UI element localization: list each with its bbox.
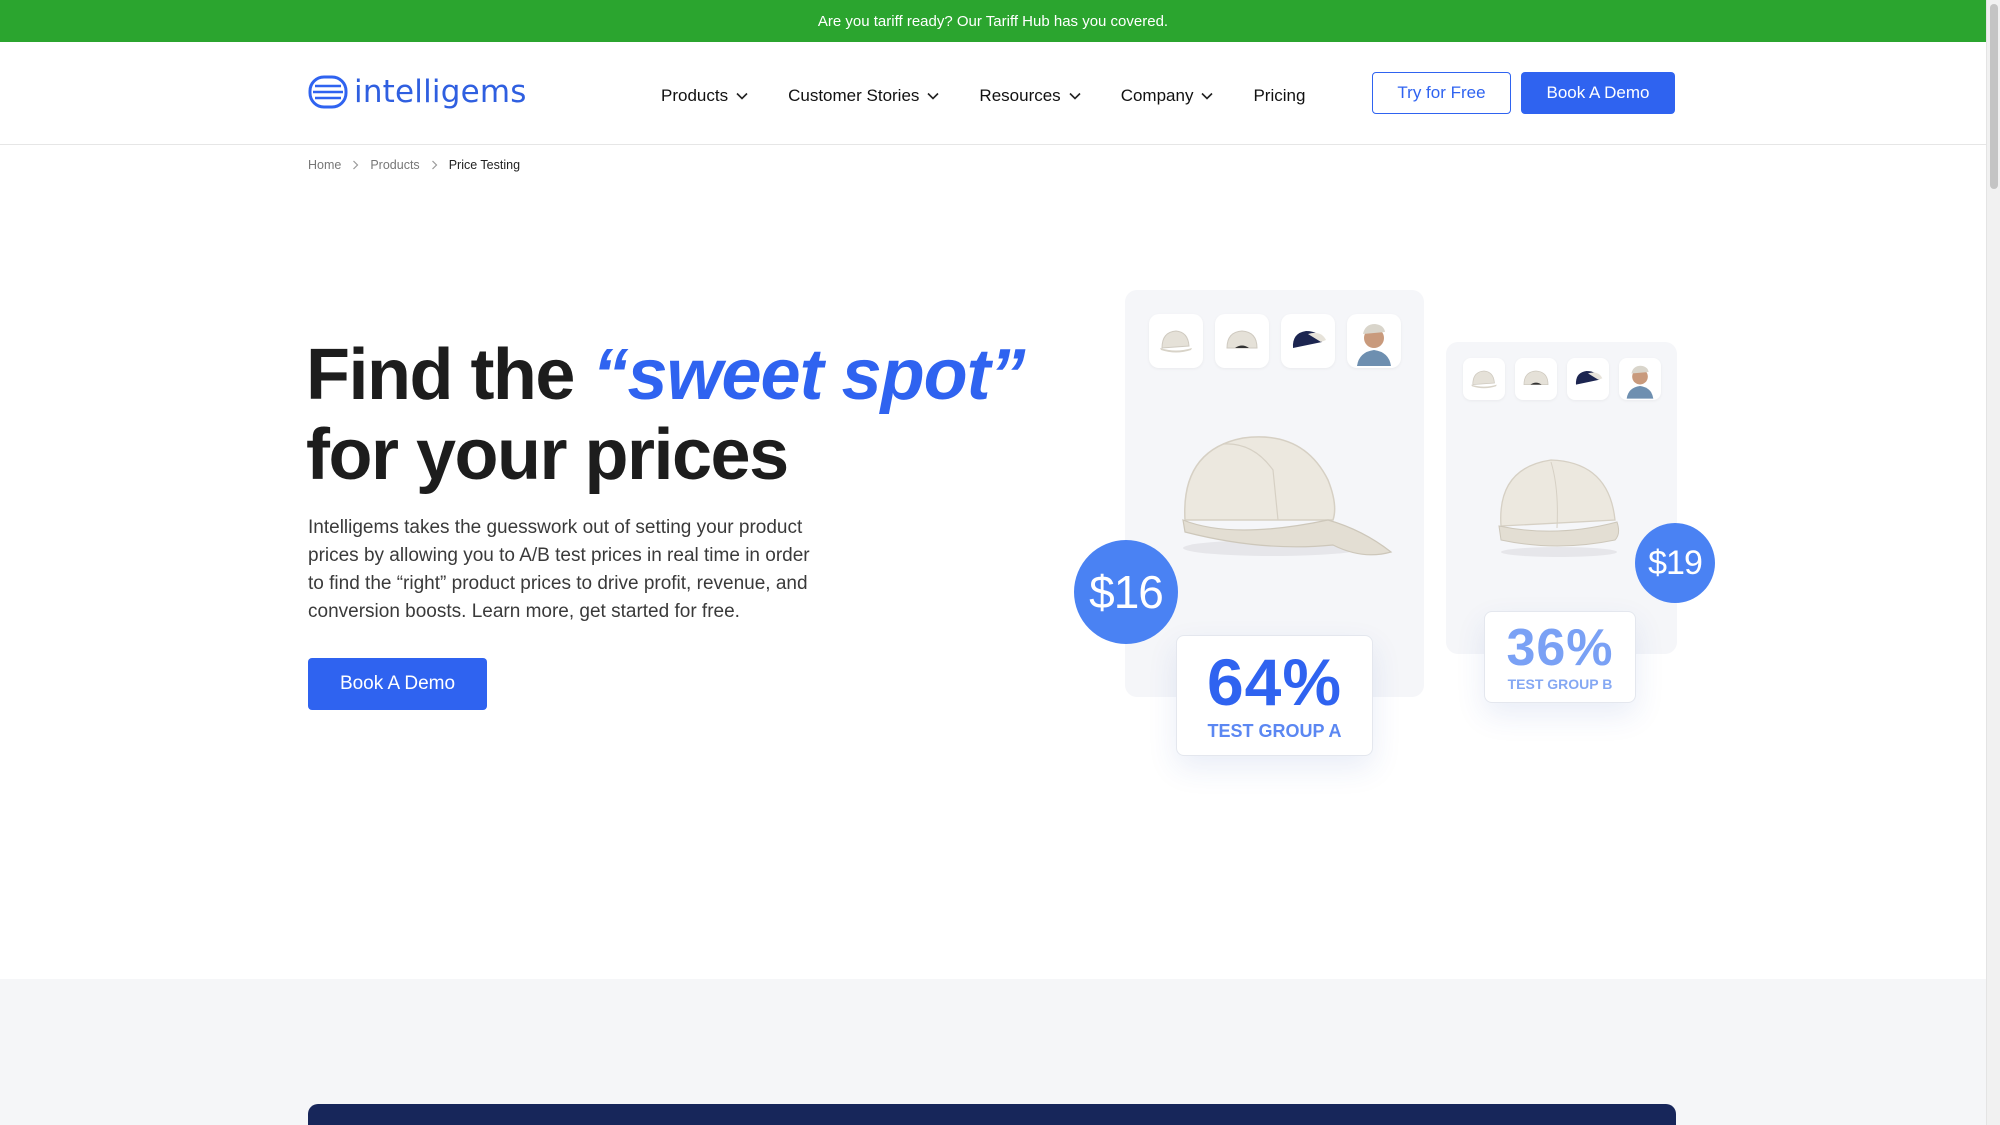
test-group-a-stat: 64% TEST GROUP A: [1176, 635, 1373, 756]
chevron-down-icon: [1201, 92, 1214, 100]
nav-item-label: Resources: [979, 86, 1061, 105]
model-wearing-cap-icon[interactable]: [1347, 314, 1401, 368]
stat-label: TEST GROUP A: [1207, 721, 1342, 741]
thumbnail-row: [1463, 358, 1661, 400]
scrollbar[interactable]: [1986, 0, 2000, 1125]
hero-description: Intelligems takes the guesswork out of s…: [308, 517, 810, 622]
breadcrumb: Home Products Price Testing: [308, 158, 520, 172]
cap-navy-icon[interactable]: [1281, 314, 1335, 368]
chevron-right-icon: [431, 160, 438, 170]
cap-cream-back-icon[interactable]: [1215, 314, 1269, 368]
intelligems-logo-icon: [308, 75, 348, 109]
hero-title-prefix: Find the: [306, 335, 593, 415]
nav-item-company[interactable]: Company: [1121, 86, 1214, 106]
price-badge-a: $16: [1074, 540, 1178, 644]
chevron-down-icon: [1069, 92, 1081, 100]
cap-cream-icon[interactable]: [1463, 358, 1505, 400]
announcement-text[interactable]: Are you tariff ready? Our Tariff Hub has…: [818, 13, 1168, 30]
dark-feature-card: [308, 1104, 1676, 1125]
cap-cream-back-icon[interactable]: [1515, 358, 1557, 400]
page: Are you tariff ready? Our Tariff Hub has…: [0, 0, 1986, 1125]
book-demo-button[interactable]: Book A Demo: [1521, 72, 1675, 114]
breadcrumb-products[interactable]: Products: [370, 158, 419, 172]
nav-item-pricing[interactable]: Pricing: [1253, 86, 1305, 106]
main-nav: Products Customer Stories Resources Comp…: [661, 82, 1305, 110]
logo-text: intelligems: [354, 74, 527, 110]
logo[interactable]: intelligems: [308, 72, 527, 112]
model-wearing-cap-icon[interactable]: [1619, 358, 1661, 400]
chevron-down-icon: [736, 92, 748, 100]
chevron-right-icon: [353, 160, 359, 170]
thumbnail-row: [1149, 314, 1401, 368]
hero-book-demo-button[interactable]: Book A Demo: [308, 658, 487, 710]
hero-title-accent: “sweet spot”: [592, 335, 1025, 415]
hero-title-suffix: for your prices: [306, 415, 789, 495]
nav-item-label: Pricing: [1253, 86, 1306, 105]
site-header: intelligems Products Customer Stories Re…: [0, 42, 1986, 145]
test-group-b-stat: 36% TEST GROUP B: [1484, 611, 1636, 703]
breadcrumb-home[interactable]: Home: [308, 158, 341, 172]
announcement-bar[interactable]: Are you tariff ready? Our Tariff Hub has…: [0, 0, 1986, 42]
cap-navy-icon[interactable]: [1567, 358, 1609, 400]
scrollbar-thumb[interactable]: [1990, 4, 1998, 189]
nav-item-customer-stories[interactable]: Customer Stories: [788, 86, 939, 106]
cap-cream-icon[interactable]: [1149, 314, 1203, 368]
try-for-free-button[interactable]: Try for Free: [1372, 72, 1511, 114]
nav-item-products[interactable]: Products: [661, 86, 748, 106]
cap-product-image: [1182, 436, 1393, 556]
chevron-down-icon: [927, 92, 939, 100]
hero-title: Find the “sweet spot” for your prices: [306, 335, 1026, 495]
nav-item-label: Customer Stories: [788, 86, 920, 105]
nav-item-resources[interactable]: Resources: [979, 86, 1081, 106]
stat-label: TEST GROUP B: [1507, 676, 1613, 692]
product-card-group-b: [1446, 342, 1677, 654]
cap-product-image: [1498, 459, 1620, 557]
nav-item-label: Company: [1120, 86, 1194, 105]
stat-percent: 64%: [1206, 645, 1343, 719]
price-badge-b: $19: [1635, 523, 1715, 603]
breadcrumb-current: Price Testing: [448, 158, 521, 172]
stat-percent: 36%: [1506, 619, 1614, 677]
nav-item-label: Products: [661, 86, 729, 105]
